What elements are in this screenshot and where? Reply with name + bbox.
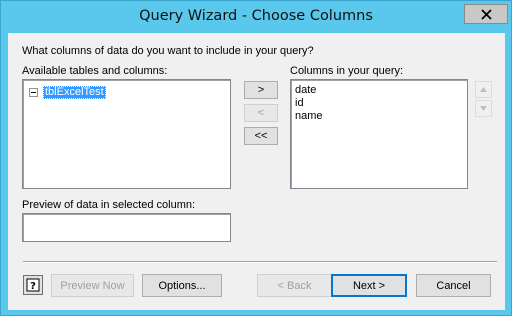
arrow-up-icon <box>480 87 487 92</box>
window-title: Query Wizard - Choose Columns <box>139 8 373 24</box>
move-down-button[interactable] <box>475 100 492 117</box>
preview-box <box>22 213 231 242</box>
list-item[interactable]: id <box>295 97 304 110</box>
collapse-icon[interactable] <box>29 88 38 97</box>
close-icon <box>480 8 492 20</box>
help-icon: ? <box>26 278 40 292</box>
query-columns-list[interactable]: date id name <box>290 79 468 189</box>
move-up-button[interactable] <box>475 81 492 98</box>
svg-text:?: ? <box>30 281 36 292</box>
preview-now-button[interactable]: Preview Now <box>51 274 134 297</box>
options-button[interactable]: Options... <box>142 274 222 297</box>
prompt-text: What columns of data do you want to incl… <box>22 45 314 57</box>
list-item[interactable]: name <box>295 110 323 123</box>
list-item[interactable]: date <box>295 84 316 97</box>
next-button[interactable]: Next > <box>331 274 407 297</box>
footer-separator <box>23 261 497 263</box>
preview-label: Preview of data in selected column: <box>22 199 196 211</box>
tree-item-label: tblExcelTest <box>43 86 106 99</box>
add-column-button[interactable]: > <box>244 81 278 99</box>
query-columns-label: Columns in your query: <box>290 65 404 77</box>
title-bar[interactable]: Query Wizard - Choose Columns <box>1 1 511 33</box>
cancel-button[interactable]: Cancel <box>416 274 491 297</box>
back-button[interactable]: < Back <box>257 274 332 297</box>
available-tables-tree[interactable]: tblExcelTest <box>22 79 231 189</box>
remove-column-button[interactable]: < <box>244 104 278 122</box>
dialog-body: What columns of data do you want to incl… <box>8 33 505 310</box>
arrow-down-icon <box>480 106 487 111</box>
close-button[interactable] <box>464 4 508 24</box>
available-columns-label: Available tables and columns: <box>22 65 168 77</box>
tree-item-tblexceltest[interactable]: tblExcelTest <box>29 86 106 99</box>
help-button[interactable]: ? <box>23 275 43 295</box>
remove-all-columns-button[interactable]: << <box>244 127 278 145</box>
query-wizard-window: Query Wizard - Choose Columns What colum… <box>0 0 512 316</box>
